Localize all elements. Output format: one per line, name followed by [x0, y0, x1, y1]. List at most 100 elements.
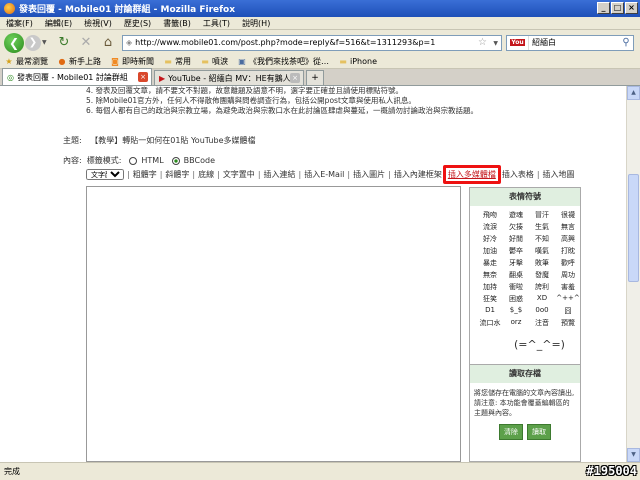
bookmark-star-icon[interactable]: ☆ [478, 37, 487, 48]
menu-history[interactable]: 歷史(S) [124, 18, 151, 29]
tool-center[interactable]: 文字置中 [223, 169, 255, 180]
load-button[interactable]: 讀取 [527, 424, 551, 440]
emote-item[interactable]: 預覽 [556, 318, 580, 328]
emote-item[interactable]: 誇利 [530, 282, 554, 292]
bookmark-item[interactable]: ▣ 《我們來找茶吧》從… [237, 56, 329, 67]
emote-item[interactable]: 很襪 [556, 210, 580, 220]
emote-item[interactable]: 飛吻 [478, 210, 502, 220]
subject-label: 主題: [63, 136, 82, 145]
tool-italic[interactable]: 斜體字 [165, 169, 189, 180]
emote-item[interactable]: ^++^ [556, 294, 580, 304]
tool-insert-link[interactable]: 插入連結 [264, 169, 296, 180]
emote-item[interactable]: 高興 [556, 234, 580, 244]
tool-insert-iframe[interactable]: 插入內建框架 [394, 169, 442, 180]
search-input[interactable]: 紹緬白 [529, 37, 619, 48]
close-tab-icon[interactable]: × [290, 73, 300, 83]
emote-item[interactable]: 好閒 [504, 234, 528, 244]
emote-item[interactable]: 冒汗 [530, 210, 554, 220]
tool-insert-media[interactable]: 插入多媒體檔 [442, 165, 501, 184]
tab-reply[interactable]: ◎ 發表回覆 - Mobile01 討論群組 × [2, 68, 152, 85]
emote-item[interactable]: 不知 [530, 234, 554, 244]
scroll-thumb[interactable] [628, 174, 639, 282]
menu-bookmarks[interactable]: 書籤(B) [163, 18, 191, 29]
content-textarea[interactable] [86, 186, 461, 462]
emote-item[interactable]: 流口水 [478, 318, 502, 328]
emote-item[interactable]: 0o0 [530, 306, 554, 316]
menu-tools[interactable]: 工具(T) [203, 18, 230, 29]
tool-insert-table[interactable]: 插入表格 [502, 169, 534, 180]
clear-button[interactable]: 清除 [499, 424, 523, 440]
search-engine-icon[interactable]: You [507, 35, 529, 50]
mode-bbcode-radio[interactable] [171, 156, 180, 165]
reload-icon[interactable]: ↻ [56, 35, 72, 51]
emote-item[interactable]: 打眈 [556, 246, 580, 256]
mode-html-radio[interactable] [129, 156, 138, 165]
site-identity-icon[interactable]: ◈ [126, 38, 132, 47]
bookmark-item[interactable]: ▬ 噴淚 [200, 56, 228, 67]
emote-item[interactable]: 暴走 [478, 258, 502, 268]
home-icon[interactable]: ⌂ [100, 35, 116, 51]
menu-help[interactable]: 說明(H) [242, 18, 270, 29]
tool-underline[interactable]: 底線 [198, 169, 214, 180]
vertical-scrollbar[interactable]: ▲ ▼ [626, 86, 640, 462]
close-button[interactable]: × [625, 2, 638, 14]
tool-bold[interactable]: 粗體字 [133, 169, 157, 180]
stop-icon[interactable]: ✕ [78, 35, 94, 51]
tool-insert-map[interactable]: 插入地圖 [543, 169, 575, 180]
emote-item[interactable]: 周功 [556, 270, 580, 280]
bookmark-item[interactable]: ★ 最常瀏覽 [4, 56, 48, 67]
emote-item[interactable]: 欠揍 [504, 222, 528, 232]
scroll-down-button[interactable]: ▼ [627, 448, 640, 462]
emote-item[interactable]: 囧 [556, 306, 580, 316]
forward-button[interactable]: ❯ [25, 34, 41, 51]
bookmark-item[interactable]: ▬ iPhone [338, 57, 377, 67]
tool-insert-image[interactable]: 插入圖片 [353, 169, 385, 180]
emote-item[interactable]: 害羞 [556, 282, 580, 292]
emote-item[interactable]: 歡呼 [556, 258, 580, 268]
menu-edit[interactable]: 編輯(E) [45, 18, 72, 29]
url-text[interactable]: http://www.mobile01.com/post.php?mode=re… [135, 38, 435, 47]
emote-item[interactable]: 困惑 [504, 294, 528, 304]
emote-item[interactable]: 加油 [478, 246, 502, 256]
bookmark-item[interactable]: ● 新手上路 [57, 56, 102, 67]
menu-view[interactable]: 檢視(V) [84, 18, 112, 29]
emote-item[interactable]: orz [504, 318, 528, 328]
emote-item[interactable]: 注音 [530, 318, 554, 328]
bookmark-item[interactable]: ◙ 即時新聞 [110, 56, 154, 67]
emote-item[interactable]: 狂笑 [478, 294, 502, 304]
folder-icon: ▬ [201, 56, 209, 66]
search-box[interactable]: You 紹緬白 ⚲ [506, 34, 634, 51]
new-tab-button[interactable]: + [306, 70, 324, 85]
history-dropdown[interactable]: ▼ [42, 39, 50, 46]
emote-item[interactable]: 牙擊 [504, 258, 528, 268]
emote-item[interactable]: XD [530, 294, 554, 304]
emote-item[interactable]: 翻桌 [504, 270, 528, 280]
emote-item[interactable]: D1 [478, 306, 502, 316]
emote-item[interactable]: 嘆氣 [530, 246, 554, 256]
emote-item[interactable]: 生氣 [530, 222, 554, 232]
emote-item[interactable]: 加持 [478, 282, 502, 292]
emote-item[interactable]: 發魔 [530, 270, 554, 280]
minimize-button[interactable]: _ [597, 2, 610, 14]
emote-item[interactable]: 敗筆 [530, 258, 554, 268]
emote-item[interactable]: 流淚 [478, 222, 502, 232]
search-icon[interactable]: ⚲ [619, 37, 633, 48]
emote-item[interactable]: 衝啦 [504, 282, 528, 292]
tab-youtube[interactable]: ▶ YouTube - 紹緬白 MV：HE有鵝人 × [154, 70, 304, 85]
close-tab-icon[interactable]: × [138, 72, 148, 82]
url-bar[interactable]: ◈ http://www.mobile01.com/post.php?mode=… [122, 34, 502, 51]
emote-item[interactable]: $_$ [504, 306, 528, 316]
emote-item[interactable]: 遊魂 [504, 210, 528, 220]
emote-item[interactable]: 無言 [556, 222, 580, 232]
menu-file[interactable]: 檔案(F) [6, 18, 33, 29]
emote-item[interactable]: 無奈 [478, 270, 502, 280]
tool-insert-email[interactable]: 插入E-Mail [304, 169, 344, 180]
emote-item[interactable]: 鬱卒 [504, 246, 528, 256]
bookmark-item[interactable]: ▬ 常用 [163, 56, 191, 67]
emote-item[interactable]: 好冷 [478, 234, 502, 244]
text-color-select[interactable]: 文字顏色 [86, 169, 124, 180]
scroll-up-button[interactable]: ▲ [627, 86, 640, 100]
back-button[interactable]: ❮ [4, 32, 24, 53]
url-dropdown-icon[interactable]: ▼ [493, 40, 498, 47]
maximize-button[interactable]: □ [611, 2, 624, 14]
